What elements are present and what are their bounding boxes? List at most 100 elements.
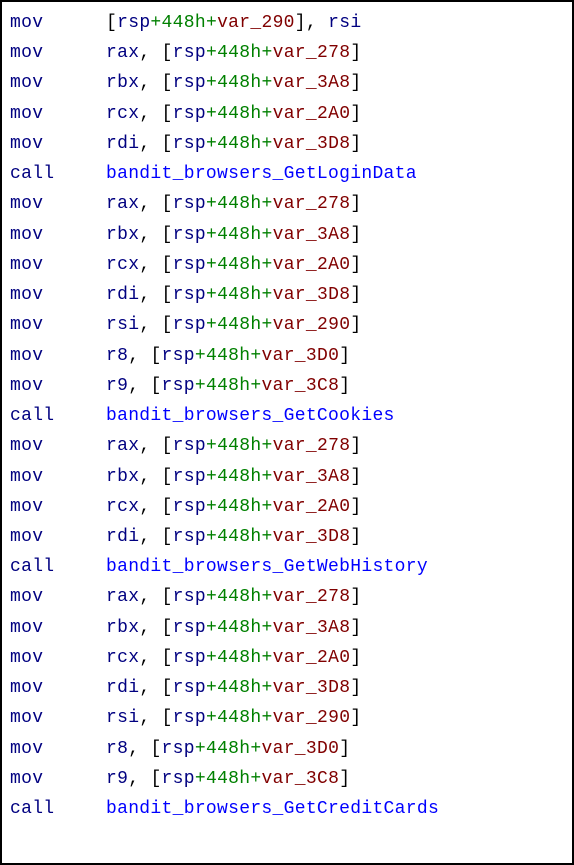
offset: 448h [217, 255, 261, 275]
offset: 448h [206, 376, 250, 396]
bracket-close: ] [339, 739, 350, 759]
variable: var_3A8 [273, 618, 351, 638]
offset: 448h [206, 346, 250, 366]
register: r9 [106, 769, 128, 789]
variable: var_278 [273, 436, 351, 456]
offset: 448h [217, 618, 261, 638]
function-name: bandit_browsers_GetCreditCards [106, 799, 439, 819]
comma: , [139, 587, 161, 607]
variable: var_2A0 [273, 648, 351, 668]
asm-line: movr8, [rsp+448h+var_3D0] [10, 341, 564, 371]
register: rax [106, 194, 139, 214]
mnemonic: mov [10, 764, 106, 794]
plus: + [261, 587, 272, 607]
comma: , [139, 618, 161, 638]
plus: + [206, 527, 217, 547]
asm-line: callbandit_browsers_GetLoginData [10, 159, 564, 189]
variable: var_3D8 [273, 285, 351, 305]
bracket-close: ] [295, 13, 306, 33]
plus: + [206, 648, 217, 668]
plus: + [206, 678, 217, 698]
bracket-open: [ [106, 13, 117, 33]
mnemonic: mov [10, 582, 106, 612]
bracket-close: ] [350, 104, 361, 124]
mnemonic: mov [10, 492, 106, 522]
comma: , [128, 346, 150, 366]
plus: + [261, 527, 272, 547]
register: rsp [173, 436, 206, 456]
bracket-open: [ [162, 104, 173, 124]
offset: 448h [217, 467, 261, 487]
plus: + [261, 194, 272, 214]
mnemonic: call [10, 401, 106, 431]
register: rbx [106, 73, 139, 93]
plus: + [261, 43, 272, 63]
plus: + [261, 315, 272, 335]
offset: 448h [217, 315, 261, 335]
asm-line: callbandit_browsers_GetCookies [10, 401, 564, 431]
offset: 448h [217, 587, 261, 607]
bracket-close: ] [350, 315, 361, 335]
bracket-open: [ [162, 467, 173, 487]
plus: + [261, 618, 272, 638]
asm-line: movrbx, [rsp+448h+var_3A8] [10, 613, 564, 643]
plus: + [261, 497, 272, 517]
bracket-open: [ [162, 255, 173, 275]
register: rbx [106, 618, 139, 638]
plus: + [206, 708, 217, 728]
register: rsp [173, 618, 206, 638]
bracket-open: [ [162, 315, 173, 335]
bracket-close: ] [339, 376, 350, 396]
register: rsp [162, 376, 195, 396]
register: rcx [106, 497, 139, 517]
mnemonic: mov [10, 643, 106, 673]
register: rsp [173, 708, 206, 728]
asm-line: movrbx, [rsp+448h+var_3A8] [10, 462, 564, 492]
bracket-open: [ [162, 285, 173, 305]
register: rsp [173, 255, 206, 275]
variable: var_2A0 [273, 497, 351, 517]
plus: + [206, 134, 217, 154]
variable: var_3C8 [262, 769, 340, 789]
bracket-close: ] [339, 769, 350, 789]
offset: 448h [162, 13, 206, 33]
variable: var_290 [273, 708, 351, 728]
variable: var_3A8 [273, 73, 351, 93]
bracket-open: [ [162, 134, 173, 154]
comma: , [139, 648, 161, 668]
register: rsp [173, 194, 206, 214]
offset: 448h [217, 527, 261, 547]
bracket-open: [ [150, 739, 161, 759]
asm-line: callbandit_browsers_GetCreditCards [10, 794, 564, 824]
plus: + [206, 285, 217, 305]
offset: 448h [217, 285, 261, 305]
offset: 448h [206, 769, 250, 789]
plus: + [206, 255, 217, 275]
asm-line: movr8, [rsp+448h+var_3D0] [10, 734, 564, 764]
mnemonic: mov [10, 220, 106, 250]
variable: var_3D8 [273, 134, 351, 154]
mnemonic: mov [10, 8, 106, 38]
plus: + [261, 225, 272, 245]
comma: , [128, 376, 150, 396]
comma: , [139, 497, 161, 517]
register: rdi [106, 285, 139, 305]
plus: + [261, 708, 272, 728]
plus: + [250, 346, 261, 366]
plus: + [150, 13, 161, 33]
variable: var_278 [273, 587, 351, 607]
comma: , [139, 104, 161, 124]
register: rsp [173, 43, 206, 63]
register: rsi [106, 708, 139, 728]
bracket-open: [ [162, 678, 173, 698]
offset: 448h [206, 739, 250, 759]
plus: + [206, 194, 217, 214]
mnemonic: mov [10, 189, 106, 219]
register: rsp [173, 104, 206, 124]
function-name: bandit_browsers_GetLoginData [106, 164, 417, 184]
register: rsp [173, 225, 206, 245]
asm-line: movrcx, [rsp+448h+var_2A0] [10, 492, 564, 522]
variable: var_290 [273, 315, 351, 335]
bracket-close: ] [350, 618, 361, 638]
comma: , [139, 285, 161, 305]
